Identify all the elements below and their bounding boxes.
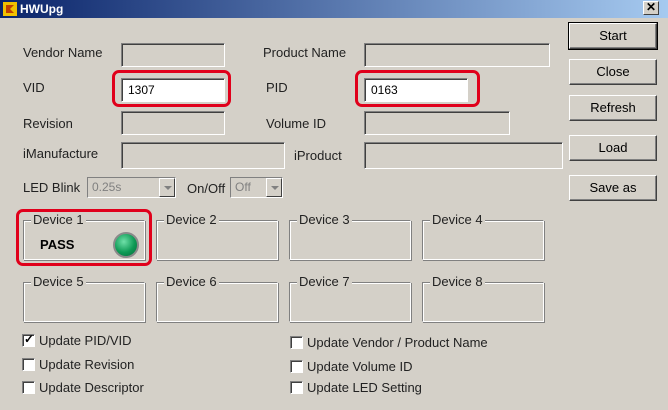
device-4-label: Device 4 xyxy=(430,212,485,227)
device-5-group: Device 5 xyxy=(23,274,145,322)
window-title: HWUpg xyxy=(20,2,64,16)
update-pid-vid-checkbox[interactable]: ✓ xyxy=(22,332,35,347)
revision-label: Revision xyxy=(23,116,73,131)
start-button[interactable]: Start xyxy=(568,22,658,50)
revision-field[interactable] xyxy=(121,111,225,135)
imanufacture-field[interactable] xyxy=(121,142,285,169)
update-vendor-product-label[interactable]: Update Vendor / Product Name xyxy=(307,335,488,350)
vid-label: VID xyxy=(23,80,45,95)
on-off-select[interactable]: Off xyxy=(230,177,283,198)
refresh-button[interactable]: Refresh xyxy=(569,95,657,121)
device-4-group: Device 4 xyxy=(422,212,544,260)
vendor-name-label: Vendor Name xyxy=(23,45,103,60)
chevron-down-icon[interactable] xyxy=(266,178,282,197)
device-7-label: Device 7 xyxy=(297,274,352,289)
device-2-group: Device 2 xyxy=(156,212,278,260)
pid-highlight xyxy=(355,70,480,107)
led-blink-label: LED Blink xyxy=(23,180,81,195)
window-close-button[interactable]: ✕ xyxy=(643,1,659,15)
update-revision-label[interactable]: Update Revision xyxy=(39,357,134,372)
close-button[interactable]: Close xyxy=(569,59,657,85)
pid-label: PID xyxy=(266,80,288,95)
close-icon: ✕ xyxy=(645,0,657,14)
chevron-down-icon[interactable] xyxy=(159,178,175,197)
volume-id-label: Volume ID xyxy=(266,116,326,131)
title-bar: HWUpg ✕ xyxy=(0,0,668,18)
update-led-setting-checkbox[interactable] xyxy=(290,381,303,394)
save-as-button[interactable]: Save as xyxy=(569,175,657,201)
product-name-label: Product Name xyxy=(263,45,347,60)
device-8-group: Device 8 xyxy=(422,274,544,322)
update-vendor-product-checkbox[interactable] xyxy=(290,336,303,349)
update-descriptor-checkbox[interactable] xyxy=(22,381,35,394)
app-icon xyxy=(3,2,17,16)
iproduct-label: iProduct xyxy=(294,148,342,163)
update-descriptor-label[interactable]: Update Descriptor xyxy=(39,380,144,395)
device-3-group: Device 3 xyxy=(289,212,411,260)
device-1-highlight xyxy=(16,209,152,266)
device-3-label: Device 3 xyxy=(297,212,352,227)
iproduct-field[interactable] xyxy=(364,142,563,169)
volume-id-field[interactable] xyxy=(364,111,510,135)
device-2-label: Device 2 xyxy=(164,212,219,227)
update-volume-id-label[interactable]: Update Volume ID xyxy=(307,359,413,374)
update-revision-checkbox[interactable] xyxy=(22,358,35,371)
vendor-name-field[interactable] xyxy=(121,43,225,67)
device-6-label: Device 6 xyxy=(164,274,219,289)
imanufacture-label: iManufacture xyxy=(23,146,99,161)
device-6-group: Device 6 xyxy=(156,274,278,322)
update-led-setting-label[interactable]: Update LED Setting xyxy=(307,380,422,395)
led-blink-select[interactable]: 0.25s xyxy=(87,177,176,198)
on-off-label: On/Off xyxy=(187,181,226,196)
device-5-label: Device 5 xyxy=(31,274,86,289)
checkmark-icon: ✓ xyxy=(24,332,35,346)
device-7-group: Device 7 xyxy=(289,274,411,322)
update-volume-id-checkbox[interactable] xyxy=(290,360,303,373)
vid-highlight xyxy=(112,70,231,107)
device-8-label: Device 8 xyxy=(430,274,485,289)
update-pid-vid-label[interactable]: Update PID/VID xyxy=(39,333,132,348)
product-name-field[interactable] xyxy=(364,43,550,67)
load-button[interactable]: Load xyxy=(569,135,657,161)
